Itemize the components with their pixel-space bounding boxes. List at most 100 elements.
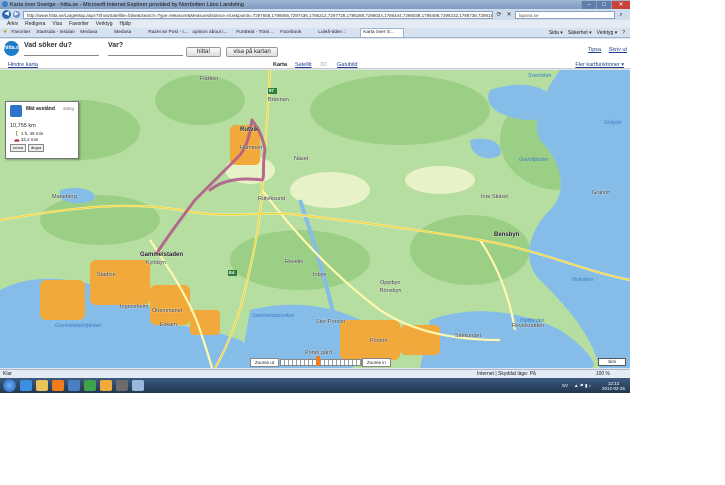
- place-exkam: Exkam: [160, 322, 177, 328]
- place-brannan: Brännan: [268, 97, 289, 103]
- ruler-icon: [10, 105, 22, 117]
- taskbar-window-icon[interactable]: [68, 380, 80, 391]
- maximize-button[interactable]: □: [596, 0, 611, 9]
- taskbar: SV ▲ ⚑ ▮ ♪ 12:13 2012-02-26: [0, 378, 630, 393]
- water-granofjarden: Granöfjärden: [519, 157, 549, 163]
- menu-hjalp[interactable]: Hjälp: [119, 21, 130, 27]
- where-input[interactable]: [108, 49, 183, 56]
- zoom-slider[interactable]: [280, 359, 362, 366]
- tab-satellit[interactable]: Satellit: [295, 61, 312, 69]
- menu-visa[interactable]: Visa: [52, 21, 62, 27]
- measure-close-link[interactable]: stäng: [63, 106, 74, 111]
- start-button[interactable]: [3, 379, 16, 392]
- place-rutviksund: Rutviksund: [258, 196, 286, 202]
- tab-3d[interactable]: 3D: [320, 61, 327, 69]
- tool-sida[interactable]: Sida ▾: [549, 30, 563, 36]
- hitta-search-button[interactable]: hitta!: [186, 47, 221, 57]
- search-icon[interactable]: ⌕: [617, 11, 625, 19]
- favorites-button[interactable]: Favoriter: [9, 29, 32, 37]
- help-icon[interactable]: ?: [622, 30, 625, 36]
- place-kyrkbyn: Kyrkbyn: [146, 260, 166, 266]
- tray-icons[interactable]: ▲ ⚑ ▮ ♪: [574, 383, 591, 389]
- tab-startsida[interactable]: Startsida - Insidan: [34, 29, 76, 37]
- place-rutvik: Rutvik: [240, 127, 259, 133]
- tab-facebook[interactable]: Facebook: [278, 29, 314, 37]
- tab-karta[interactable]: Karta över S...: [360, 28, 405, 37]
- close-button[interactable]: ✕: [611, 0, 630, 9]
- show-on-map-button[interactable]: visa på kartan: [226, 47, 278, 57]
- what-input[interactable]: [24, 49, 99, 56]
- place-sirkkundet: Sirkkundet: [455, 333, 481, 339]
- url-input[interactable]: http://www.hitta.se/LargeMap.aspx?ShowSa…: [23, 10, 493, 19]
- place-ohemmanet: Öhemmanet: [152, 308, 183, 314]
- water-strapon: Stråpön: [604, 120, 622, 126]
- menu-favoriter[interactable]: Favoriter: [69, 21, 89, 27]
- place-revelin: Revelin: [285, 259, 304, 265]
- window-title: Karta över Sverige - hitta.se - Microsof…: [10, 1, 244, 8]
- menu-bar: Arkiv Redigera Visa Favoriter Verktyg Hj…: [0, 20, 630, 28]
- more-map-functions[interactable]: Fler kartfunktioner ▾: [575, 61, 624, 69]
- refresh-icon[interactable]: ⟳: [495, 11, 503, 19]
- tab-lulea[interactable]: Luleå-tiden ::: [316, 29, 358, 37]
- place-naset: Näset: [294, 156, 309, 162]
- place-gammelstaden: Gammelstaden: [140, 252, 184, 258]
- language-indicator[interactable]: SV: [562, 383, 568, 388]
- taskbar-explorer-icon[interactable]: [36, 380, 48, 391]
- place-bensbyn: Bensbyn: [494, 232, 520, 238]
- place-hammeri: Hammeri: [240, 145, 263, 151]
- tipsa-link[interactable]: Tipsa: [588, 47, 601, 53]
- measure-undo-button[interactable]: ångra: [28, 144, 45, 152]
- menu-verktyg[interactable]: Verktyg: [96, 21, 113, 27]
- back-button[interactable]: ◀: [2, 10, 11, 19]
- menu-arkiv[interactable]: Arkiv: [7, 21, 18, 27]
- tab-funbeat[interactable]: FunBeat - Träni...: [234, 29, 276, 37]
- measure-distance: 10,755 km: [10, 123, 36, 129]
- forward-button[interactable]: ▶: [13, 11, 20, 18]
- place-stor-porson: Stor-Porsön: [316, 319, 346, 325]
- minimize-button[interactable]: –: [581, 0, 596, 9]
- zoom-slider-handle[interactable]: [316, 356, 320, 366]
- tool-sakerhet[interactable]: Säkerhet ▾: [568, 30, 592, 36]
- taskbar-ie-icon[interactable]: [20, 380, 32, 391]
- tab-bar: ★ Favoriter Startsida - Insidan Medusa M…: [0, 28, 630, 38]
- map-canvas[interactable]: 97 E4 Flarken Brännan Rutvik Hammeri Näs…: [0, 70, 630, 368]
- tab-razer[interactable]: Razer.se Post - I...: [146, 29, 188, 37]
- measure-reset-button[interactable]: rensa: [10, 144, 27, 152]
- tool-verktyg[interactable]: Verktyg ▾: [597, 30, 618, 36]
- system-tray: SV ▲ ⚑ ▮ ♪ 12:13 2012-02-26: [562, 381, 630, 391]
- taskbar-media-icon[interactable]: [52, 380, 64, 391]
- hitta-header: hitta.se Vad söker du? Var? hitta! visa …: [0, 39, 630, 61]
- taskbar-tool-icon[interactable]: [116, 380, 128, 391]
- search-input[interactable]: lapona.se: [515, 10, 615, 19]
- tab-medusa[interactable]: Medusa: [78, 29, 110, 37]
- zoom-level[interactable]: 100 %: [596, 371, 610, 377]
- scale-bar: 1km: [598, 358, 626, 366]
- place-maneberg: Maneberg: [52, 194, 77, 200]
- hide-map-link[interactable]: Hindre karta: [8, 61, 38, 69]
- print-link[interactable]: Skriv ut: [609, 47, 627, 53]
- water-holtfjarden: Holtfjärden: [520, 318, 545, 324]
- place-granon: Granön: [592, 190, 611, 196]
- tab-medusa-2[interactable]: Medusa: [112, 29, 144, 37]
- tab-karta-view[interactable]: Karta: [273, 61, 287, 69]
- favorites-star-icon[interactable]: ★: [3, 30, 7, 35]
- measure-panel: Mät avstånd stäng 10,755 km 🚶 1 h, 46 mi…: [5, 101, 79, 159]
- tab-opinion[interactable]: opinion about i...: [190, 29, 232, 37]
- taskbar-app-icon[interactable]: [100, 380, 112, 391]
- place-oppibyn: Oppibyn: [380, 280, 401, 286]
- tab-gatubild[interactable]: Gatubild: [337, 61, 358, 69]
- road-97: 97: [269, 88, 275, 93]
- taskbar-paint-icon[interactable]: [132, 380, 144, 391]
- menu-redigera[interactable]: Redigera: [25, 21, 45, 27]
- clock[interactable]: 12:13 2012-02-26: [602, 381, 625, 391]
- zoom-out-button[interactable]: Zoome ut: [250, 358, 280, 367]
- water-svartviken: Svartviken: [528, 73, 552, 79]
- where-label: Var?: [108, 42, 124, 49]
- water-gammelstadsfjarden: Gammelstadsfjärden: [55, 323, 102, 329]
- ie-icon: [2, 1, 8, 7]
- taskbar-excel-icon[interactable]: [84, 380, 96, 391]
- stop-icon[interactable]: ✕: [505, 11, 513, 19]
- road-e4: E4: [229, 270, 235, 275]
- zoom-in-button[interactable]: Zoome in: [362, 358, 391, 367]
- hitta-logo[interactable]: hitta.se: [4, 41, 22, 56]
